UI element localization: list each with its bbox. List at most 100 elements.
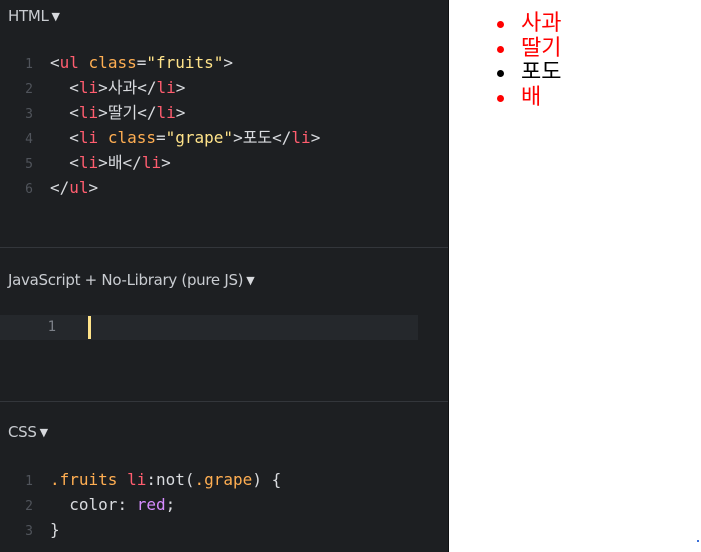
code-token: ul [59,53,79,72]
code-token: < [50,153,79,172]
code-token: </ [137,78,157,97]
code-token: 포도 [242,128,273,147]
code-token: = [155,128,166,147]
code-token: > [98,153,108,172]
code-token: > [175,103,186,122]
code-token: </ [50,178,70,197]
codepen-workspace: HTML ▼ 1 <ul class="fruits"> 2 <li>사과</li> 3… [0,0,701,552]
code-token: </ [122,153,142,172]
code-token: > [233,128,243,147]
code-line[interactable]: 5 <li>배</li> [0,150,320,175]
code-token: color [50,495,118,514]
html-panel: HTML ▼ 1 <ul class="fruits"> 2 <li>사과</li> 3… [0,0,448,247]
bullet-icon [497,94,504,102]
code-token: :not( [146,470,195,489]
code-line[interactable]: 2 color: red; [0,492,281,517]
code-token: < [50,78,79,97]
chevron-down-icon[interactable]: ▼ [52,10,60,23]
code-token: li [156,103,176,122]
code-token: red [136,495,166,514]
html-code-editor[interactable]: 1 <ul class="fruits"> 2 <li>사과</li> 3 <li>딸… [0,50,320,200]
code-token: class [107,128,156,147]
code-token: ul [69,178,89,197]
code-token: li [78,78,99,97]
bullet-icon [497,45,504,53]
code-token: li [78,153,99,172]
js-panel-title: JavaScript + No-Library (pure JS) [8,271,244,289]
code-token: < [50,53,60,72]
code-token: > [175,78,186,97]
line-number: 3 [25,107,33,122]
list-item-text: 사과 [521,11,562,36]
code-token: </ [137,103,157,122]
code-token: > [88,178,99,197]
code-token: li [78,103,99,122]
list-item: 배 [497,84,561,111]
css-panel: CSS ▼ 1 .fruits li:not(.grape) { 2 color: r… [0,402,448,552]
line-number: 4 [25,132,33,147]
result-preview: 사과 딸기 포도 배 [449,0,701,552]
line-number: 6 [25,182,33,197]
code-token: "grape" [165,128,234,147]
js-panel-header[interactable]: JavaScript + No-Library (pure JS) ▼ [8,270,255,290]
css-panel-title: CSS [8,423,37,441]
fruit-list: 사과 딸기 포도 배 [497,11,562,111]
code-token: "fruits" [146,53,224,72]
code-token: class [88,53,137,72]
code-token: > [310,128,321,147]
code-token: > [98,103,108,122]
code-token: 딸기 [107,103,138,122]
text-cursor [88,316,91,339]
resize-handle[interactable] [697,540,699,542]
css-panel-header[interactable]: CSS ▼ [8,422,48,442]
list-item-text: 포도 [521,60,562,85]
code-line[interactable]: 1 .fruits li:not(.grape) { [0,467,281,492]
chevron-down-icon[interactable]: ▼ [40,426,48,439]
code-line[interactable]: 6 </ul> [0,175,320,200]
line-number: 3 [25,524,33,539]
code-token: li [127,470,147,489]
css-code-editor[interactable]: 1 .fruits li:not(.grape) {2 color: red; 3} [0,467,281,542]
code-line[interactable]: 3} [0,517,281,542]
html-panel-title: HTML [8,7,49,25]
code-token: .fruits [50,470,118,489]
code-line[interactable]: 2 <li>사과</li> [0,75,320,100]
code-token: </ [272,128,292,147]
code-token: ) { [252,470,282,489]
bullet-icon [497,70,504,77]
list-item: 사과 [497,11,562,37]
js-panel: JavaScript + No-Library (pure JS) ▼ 1 [0,248,448,401]
code-token: li [78,128,99,147]
line-number: 2 [25,499,33,514]
html-panel-header[interactable]: HTML ▼ [8,6,60,26]
code-line[interactable]: 1 <ul class="fruits"> [0,50,320,75]
line-number: 1 [25,474,33,489]
code-token: ; [165,495,176,514]
line-number: 2 [25,82,33,97]
list-item-text: 배 [521,84,542,110]
code-token: > [223,53,234,72]
code-token: 사과 [107,78,138,97]
code-token: } [50,520,60,539]
code-token: li [141,153,162,172]
code-token: > [161,153,171,172]
code-line[interactable]: 4 <li class="grape">포도</li> [0,125,320,150]
code-token: .grape [194,470,253,489]
code-token: 배 [107,153,123,172]
line-number: 1 [47,319,56,335]
editor-column: HTML ▼ 1 <ul class="fruits"> 2 <li>사과</li> 3… [0,0,449,552]
list-item: 포도 [497,60,562,86]
list-item: 딸기 [497,36,561,62]
js-code-editor[interactable] [0,315,418,340]
bullet-icon [497,21,504,28]
code-line[interactable]: 3 <li>딸기</li> [0,100,320,125]
code-token: < [50,128,79,147]
chevron-down-icon[interactable]: ▼ [246,274,254,287]
code-token: li [291,128,311,147]
code-token: > [98,78,108,97]
code-token: : [117,495,137,514]
line-number: 1 [25,57,33,72]
